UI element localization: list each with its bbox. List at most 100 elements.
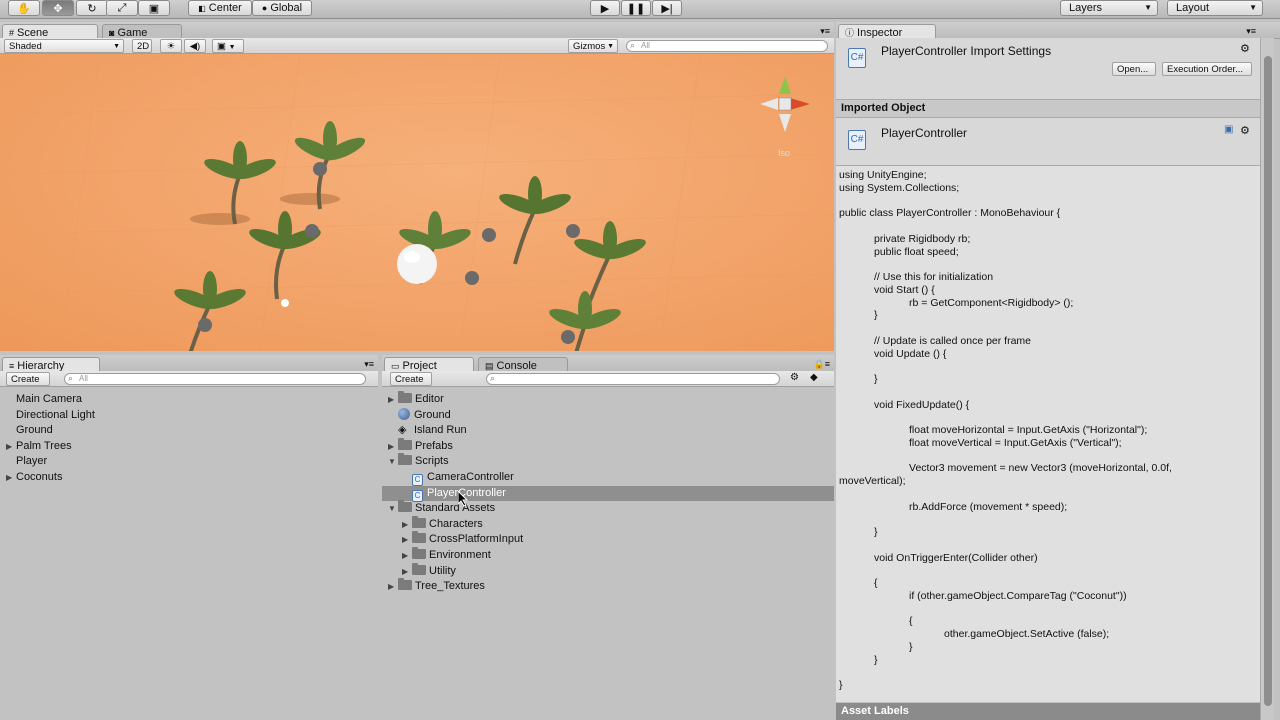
project-item[interactable]: C CameraController <box>382 470 834 486</box>
code-line: } <box>839 679 843 691</box>
layout-dropdown[interactable]: Layout ▼ <box>1167 0 1263 16</box>
hierarchy-item-label: Ground <box>16 424 53 437</box>
audio-toggle[interactable]: ◀) <box>184 39 206 53</box>
expand-arrow-icon[interactable]: ▶ <box>402 548 412 563</box>
play-button[interactable]: ▶ <box>590 0 620 16</box>
shading-mode-label: Shaded <box>9 41 42 52</box>
code-line: { <box>839 577 878 589</box>
project-item[interactable]: ▼ Scripts <box>382 453 834 469</box>
rotate-tool-button[interactable]: ↻ <box>76 0 108 16</box>
project-item[interactable]: ▶ Characters <box>382 515 834 532</box>
expand-arrow-icon[interactable]: ▶ <box>402 517 412 532</box>
scrollbar-thumb[interactable] <box>1264 56 1272 706</box>
expand-arrow-icon[interactable]: ▶ <box>402 532 412 547</box>
pivot-center-button[interactable]: ◧ Center <box>188 0 252 16</box>
space-global-button[interactable]: ● Global <box>252 0 312 16</box>
hierarchy-item[interactable]: Ground <box>6 423 53 438</box>
layers-dropdown[interactable]: Layers ▼ <box>1060 0 1158 16</box>
hand-tool-button[interactable]: ✋ <box>8 0 40 16</box>
expand-arrow-icon[interactable]: ▶ <box>388 392 398 407</box>
scale-icon: ⤢ <box>117 1 127 14</box>
effects-dropdown[interactable]: ▣ ▼ <box>212 39 244 53</box>
filter-label-icon[interactable]: ◆ <box>810 372 818 383</box>
folder-icon <box>412 515 426 528</box>
scene-tabbar: # Scene ◙ Game ▾≡ <box>0 22 834 40</box>
scene-search-input[interactable]: ⌕ All <box>626 40 828 52</box>
lighting-toggle[interactable]: ☀ <box>160 39 182 53</box>
hierarchy-search-input[interactable]: ⌕ All <box>64 373 366 385</box>
inspector-scrollbar[interactable] <box>1260 38 1274 720</box>
project-create-button[interactable]: Create ▼ <box>390 372 432 397</box>
script-icon: C <box>412 489 423 502</box>
open-label: Open... <box>1117 64 1149 75</box>
expand-arrow-icon[interactable]: ▶ <box>6 470 16 485</box>
lock-icon[interactable]: 🔒≡ <box>814 359 830 370</box>
hierarchy-search-placeholder: All <box>79 374 88 383</box>
expand-arrow-icon[interactable]: ▼ <box>388 501 398 516</box>
folder-icon <box>412 547 426 559</box>
expand-arrow-icon[interactable]: ▼ <box>388 454 398 469</box>
execution-order-button[interactable]: Execution Order... <box>1162 62 1252 76</box>
code-line: void OnTriggerEnter(Collider other) <box>839 551 1038 564</box>
rect-tool-button[interactable]: ▣ <box>138 0 170 16</box>
lock-icon[interactable]: ▾≡ <box>1246 26 1256 37</box>
project-search-input[interactable]: ⌕ <box>486 373 780 385</box>
hierarchy-item-label: Player <box>16 455 48 468</box>
project-item[interactable]: ▶ Utility <box>382 562 834 579</box>
expand-arrow-icon[interactable]: ▶ <box>388 439 398 454</box>
move-tool-button[interactable]: ✥ <box>42 0 74 16</box>
expand-arrow-icon[interactable]: ▶ <box>402 564 412 579</box>
rotate-icon: ↻ <box>87 2 97 15</box>
project-item-label: Scripts <box>415 455 449 468</box>
gear-icon[interactable]: ⚙ <box>1240 42 1250 55</box>
asset-labels-bar[interactable]: Asset Labels <box>836 703 1260 720</box>
expand-arrow-icon[interactable]: ▶ <box>6 439 16 454</box>
open-button[interactable]: Open... <box>1112 62 1156 76</box>
expand-arrow-icon[interactable]: ▶ <box>388 579 398 594</box>
code-line: void Update () { <box>839 347 947 360</box>
project-item[interactable]: ▶ Editor <box>382 391 834 407</box>
pause-button[interactable]: ❚❚ <box>621 0 651 16</box>
project-item-label: Utility <box>429 564 456 577</box>
project-item[interactable]: ◈ Island Run <box>382 423 834 438</box>
help-icon[interactable]: ▣ <box>1224 124 1233 135</box>
code-line: Vector3 movement = new Vector3 (moveHori… <box>839 462 1172 475</box>
project-item[interactable]: Ground <box>382 407 834 423</box>
code-line: // Use this for initialization <box>839 271 994 283</box>
play-icon: ▶ <box>600 2 610 15</box>
project-item[interactable]: ▶ Environment <box>382 547 834 563</box>
scene-render <box>0 54 834 351</box>
project-item[interactable]: C PlayerController <box>382 485 834 502</box>
scene-viewport[interactable]: Iso <box>0 54 834 351</box>
project-item[interactable]: ▶ CrossPlatformInput <box>382 531 834 547</box>
panel-menu-icon[interactable]: ▾≡ <box>820 26 830 37</box>
panel-menu-icon[interactable]: ▾≡ <box>364 359 374 370</box>
filter-type-icon[interactable]: ⚙ <box>790 372 799 383</box>
project-item[interactable]: ▼ Standard Assets <box>382 500 834 516</box>
project-item[interactable]: ▶ Prefabs <box>382 437 834 454</box>
hierarchy-item[interactable]: Directional Light <box>6 408 95 423</box>
scene-orientation-gizmo[interactable] <box>760 76 810 132</box>
project-item-label: Standard Assets <box>415 502 496 515</box>
mode-2d-label: 2D <box>137 41 150 52</box>
hierarchy-item-label: Coconuts <box>16 471 63 483</box>
code-line: { <box>839 615 913 628</box>
hierarchy-item[interactable]: Main Camera <box>6 392 82 407</box>
step-button[interactable]: ▶| <box>652 0 682 16</box>
script-icon: C# <box>848 48 866 68</box>
hierarchy-item[interactable]: Player <box>6 454 47 469</box>
image-icon: ▣ <box>217 41 226 52</box>
shading-mode-dropdown[interactable]: Shaded ▼ <box>4 39 124 53</box>
layers-label: Layers <box>1069 2 1103 14</box>
gizmos-dropdown[interactable]: Gizmos ▼ <box>568 39 618 53</box>
code-line: // Update is called once per frame <box>839 334 1032 347</box>
gear-icon[interactable]: ⚙ <box>1240 124 1250 137</box>
hierarchy-item[interactable]: ▶ Coconuts <box>6 470 62 485</box>
hierarchy-item[interactable]: ▶ Palm Trees <box>6 439 72 454</box>
scale-tool-button[interactable]: ⤢ <box>106 0 138 16</box>
code-line: } <box>839 309 878 322</box>
hierarchy-create-button[interactable]: Create ▼ <box>6 372 50 397</box>
folder-icon <box>398 437 412 450</box>
toggle-2d-button[interactable]: 2D <box>132 39 152 53</box>
project-item[interactable]: ▶ Tree_Textures <box>382 578 834 594</box>
